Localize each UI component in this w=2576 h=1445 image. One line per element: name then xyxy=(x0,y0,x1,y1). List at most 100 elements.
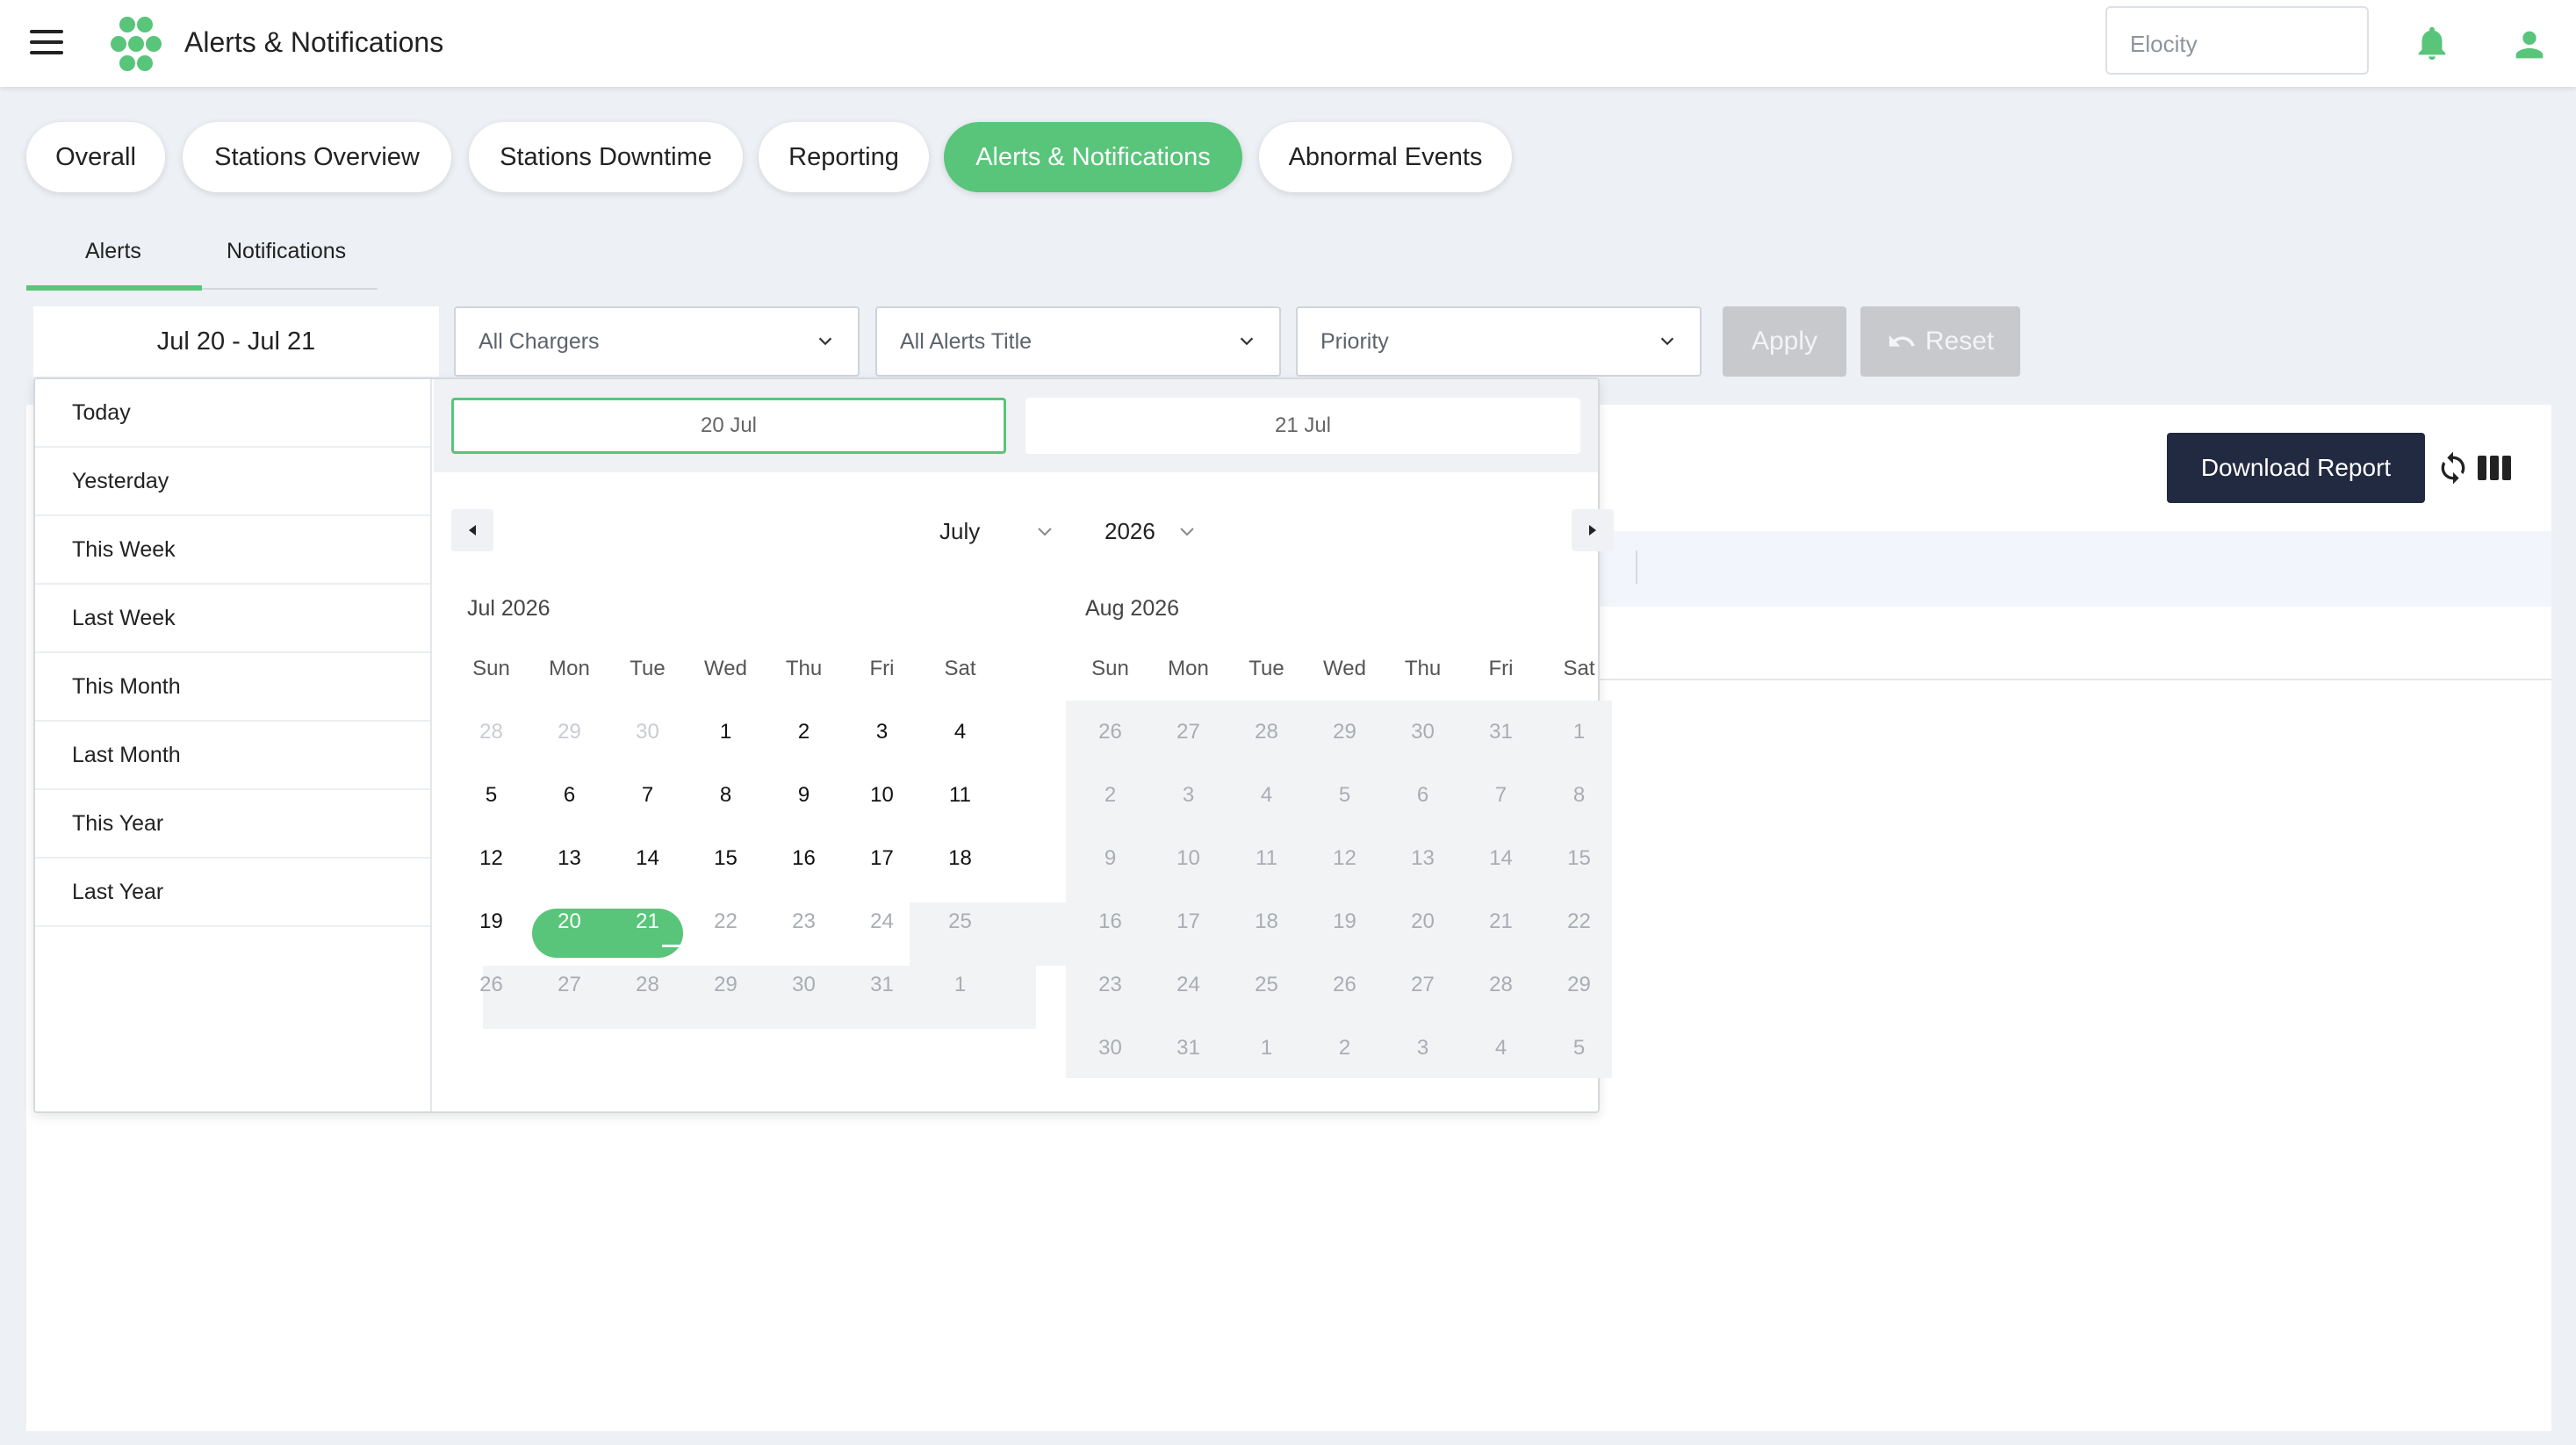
subtab-notifications[interactable]: Notifications xyxy=(227,239,346,264)
calendar-day[interactable]: 19 xyxy=(1306,890,1384,953)
tab-stations-overview[interactable]: Stations Overview xyxy=(183,122,451,192)
calendar-day[interactable]: 11 xyxy=(1227,827,1306,890)
calendar-day[interactable]: 18 xyxy=(1227,890,1306,953)
calendar-day[interactable]: 4 xyxy=(1227,764,1306,827)
subtab-alerts[interactable]: Alerts xyxy=(85,239,141,264)
calendar-day[interactable]: 28 xyxy=(1227,701,1306,764)
calendar-day[interactable]: 24 xyxy=(1149,953,1227,1017)
calendar-day[interactable]: 4 xyxy=(1462,1017,1540,1080)
tab-overall[interactable]: Overall xyxy=(26,122,165,192)
calendar-day[interactable]: 3 xyxy=(1149,764,1227,827)
calendar-day[interactable]: 30 xyxy=(1384,701,1462,764)
calendar-day[interactable]: 5 xyxy=(1540,1017,1618,1080)
calendar-day[interactable]: 25 xyxy=(1227,953,1306,1017)
tab-reporting[interactable]: Reporting xyxy=(759,122,929,192)
range-yesterday[interactable]: Yesterday xyxy=(35,448,430,516)
calendar-day[interactable]: 28 xyxy=(452,701,530,764)
calendar-day[interactable]: 30 xyxy=(1071,1017,1149,1080)
calendar-day[interactable]: 14 xyxy=(1462,827,1540,890)
next-month-button[interactable] xyxy=(1572,509,1614,551)
calendar-day[interactable]: 14 xyxy=(608,827,687,890)
calendar-day[interactable]: 30 xyxy=(608,701,687,764)
calendar-day[interactable]: 8 xyxy=(1540,764,1618,827)
calendar-day[interactable]: 31 xyxy=(843,953,921,1017)
calendar-day[interactable]: 29 xyxy=(530,701,608,764)
calendar-day[interactable]: 16 xyxy=(765,827,843,890)
calendar-day[interactable]: 29 xyxy=(1306,701,1384,764)
calendar-day[interactable]: 1 xyxy=(1540,701,1618,764)
organization-select[interactable]: Elocity xyxy=(2105,6,2369,75)
calendar-day[interactable]: 19 xyxy=(452,890,530,953)
tab-alerts-notifications[interactable]: Alerts & Notifications xyxy=(944,122,1242,192)
calendar-day[interactable]: 9 xyxy=(1071,827,1149,890)
calendar-day-selected[interactable]: 20 xyxy=(530,890,608,953)
calendar-day[interactable]: 8 xyxy=(687,764,765,827)
calendar-day[interactable]: 28 xyxy=(608,953,687,1017)
calendar-day[interactable]: 7 xyxy=(608,764,687,827)
calendar-day[interactable]: 6 xyxy=(530,764,608,827)
prev-month-button[interactable] xyxy=(451,509,493,551)
calendar-day[interactable]: 6 xyxy=(1384,764,1462,827)
calendar-day[interactable]: 26 xyxy=(1071,701,1149,764)
calendar-day[interactable]: 15 xyxy=(1540,827,1618,890)
calendar-day[interactable]: 5 xyxy=(1306,764,1384,827)
year-select[interactable]: 2026 xyxy=(1105,518,1155,545)
range-last-year[interactable]: Last Year xyxy=(35,859,430,927)
range-this-week[interactable]: This Week xyxy=(35,516,430,585)
apply-button[interactable]: Apply xyxy=(1723,306,1846,377)
calendar-day[interactable]: 17 xyxy=(1149,890,1227,953)
calendar-day[interactable]: 31 xyxy=(1149,1017,1227,1080)
calendar-day[interactable]: 22 xyxy=(1540,890,1618,953)
range-this-year[interactable]: This Year xyxy=(35,790,430,859)
calendar-day[interactable]: 12 xyxy=(452,827,530,890)
calendar-day[interactable]: 2 xyxy=(1071,764,1149,827)
menu-icon[interactable] xyxy=(30,30,63,56)
start-date-input[interactable]: 20 Jul xyxy=(451,398,1006,454)
month-select[interactable]: July xyxy=(939,518,980,545)
refresh-icon[interactable] xyxy=(2436,449,2471,487)
calendar-day[interactable]: 17 xyxy=(843,827,921,890)
range-last-month[interactable]: Last Month xyxy=(35,722,430,790)
range-today[interactable]: Today xyxy=(35,379,430,448)
calendar-day[interactable]: 27 xyxy=(1384,953,1462,1017)
calendar-day[interactable]: 20 xyxy=(1384,890,1462,953)
calendar-day[interactable]: 12 xyxy=(1306,827,1384,890)
column-separator[interactable] xyxy=(1636,550,1637,584)
calendar-day[interactable]: 13 xyxy=(530,827,608,890)
calendar-day[interactable]: 26 xyxy=(452,953,530,1017)
columns-icon[interactable] xyxy=(2478,454,2513,482)
calendar-day[interactable]: 3 xyxy=(843,701,921,764)
calendar-day[interactable]: 23 xyxy=(765,890,843,953)
calendar-day[interactable]: 15 xyxy=(687,827,765,890)
calendar-day[interactable]: 28 xyxy=(1462,953,1540,1017)
chevron-down-icon[interactable] xyxy=(1036,525,1054,539)
calendar-day[interactable]: 10 xyxy=(843,764,921,827)
range-last-week[interactable]: Last Week xyxy=(35,585,430,653)
calendar-day[interactable]: 31 xyxy=(1462,701,1540,764)
download-report-button[interactable]: Download Report xyxy=(2167,433,2425,503)
calendar-day[interactable]: 2 xyxy=(765,701,843,764)
notification-bell-icon[interactable] xyxy=(2412,23,2452,63)
calendar-day[interactable]: 22 xyxy=(687,890,765,953)
calendar-day[interactable]: 27 xyxy=(1149,701,1227,764)
calendar-day[interactable]: 23 xyxy=(1071,953,1149,1017)
priority-select[interactable]: Priority xyxy=(1296,306,1702,377)
calendar-day[interactable]: 7 xyxy=(1462,764,1540,827)
reset-button[interactable]: Reset xyxy=(1860,306,2020,377)
calendar-day[interactable]: 16 xyxy=(1071,890,1149,953)
alerts-title-select[interactable]: All Alerts Title xyxy=(875,306,1281,377)
range-this-month[interactable]: This Month xyxy=(35,653,430,722)
calendar-day[interactable]: 18 xyxy=(921,827,999,890)
chargers-select[interactable]: All Chargers xyxy=(454,306,860,377)
calendar-day[interactable]: 29 xyxy=(687,953,765,1017)
calendar-day[interactable]: 29 xyxy=(1540,953,1618,1017)
calendar-day[interactable]: 11 xyxy=(921,764,999,827)
calendar-day[interactable]: 25 xyxy=(921,890,999,953)
calendar-day[interactable]: 1 xyxy=(1227,1017,1306,1080)
calendar-day[interactable]: 2 xyxy=(1306,1017,1384,1080)
calendar-day[interactable]: 5 xyxy=(452,764,530,827)
calendar-day[interactable]: 9 xyxy=(765,764,843,827)
calendar-day[interactable]: 27 xyxy=(530,953,608,1017)
tab-stations-downtime[interactable]: Stations Downtime xyxy=(469,122,743,192)
calendar-day[interactable]: 24 xyxy=(843,890,921,953)
